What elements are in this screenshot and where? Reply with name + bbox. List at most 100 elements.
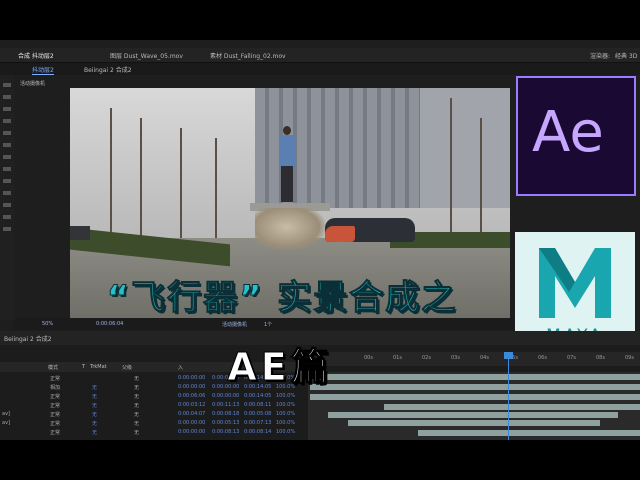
trkmat-dropdown[interactable]: 无: [92, 429, 97, 436]
ruler-tick-label: 03s: [451, 355, 460, 361]
col-mode: 模式: [48, 365, 59, 371]
tree: [140, 118, 142, 238]
col-t: T: [82, 364, 86, 370]
composition-subtabs: 抖动层2 Beiingai 2 合成2: [0, 63, 640, 75]
layer-name: av]: [2, 411, 10, 417]
ae-logo-text: Ae: [532, 100, 604, 165]
stretch[interactable]: 100.0%: [276, 411, 295, 417]
tab-layer[interactable]: 图层 Dust_Wave_05.mov: [110, 51, 183, 60]
mode-dropdown[interactable]: 正常: [50, 420, 60, 427]
parent-dropdown[interactable]: 无: [134, 402, 139, 409]
overlay-title: “飞行器” 实景合成之: [106, 278, 458, 319]
parent-dropdown[interactable]: 无: [134, 375, 139, 382]
overlay-subtitle: AE篇: [227, 345, 333, 390]
mode-dropdown[interactable]: 正常: [50, 411, 60, 418]
parent-dropdown[interactable]: 无: [134, 429, 139, 436]
layer-bar[interactable]: [418, 430, 640, 436]
layer-row[interactable]: av] 正常 无 无 0:00:04:07 0:00:08:18 0:00:05:08 100…: [0, 410, 306, 418]
col-trkmat: TrkMat: [90, 364, 107, 370]
trkmat-dropdown[interactable]: 无: [92, 402, 97, 409]
layer-row[interactable]: 正常 无 无 0:00:06:06 0:00:00:00 0:00:14:05 100.0%: [0, 392, 306, 400]
ruler-tick-label: 02s: [422, 355, 431, 361]
tab-footage[interactable]: 素材 Dust_Falling_02.mov: [210, 51, 286, 60]
ruler-tick-label: 01s: [393, 355, 402, 361]
col-parent: 父级: [122, 365, 133, 371]
trkmat-dropdown[interactable]: 无: [92, 420, 97, 427]
background-building-right: [420, 88, 510, 208]
in-point[interactable]: 0:00:06:06: [178, 393, 205, 399]
duration[interactable]: 0:00:14:05: [244, 393, 271, 399]
red-car: [325, 226, 355, 242]
view-mode-dropdown[interactable]: 活动摄像机: [222, 321, 247, 328]
trkmat-dropdown[interactable]: 无: [92, 411, 97, 418]
subtab-jitter[interactable]: 抖动层2: [32, 65, 54, 75]
out-point[interactable]: 0:00:05:13: [212, 420, 239, 426]
person-standing: [278, 126, 296, 202]
tree: [450, 98, 452, 238]
stretch[interactable]: 100.0%: [276, 402, 295, 408]
playhead-line[interactable]: [508, 352, 509, 440]
mode-dropdown[interactable]: 正常: [50, 375, 60, 382]
parent-dropdown[interactable]: 无: [134, 420, 139, 427]
ruler-tick-label: 08s: [596, 355, 605, 361]
letterbox-top: [0, 0, 640, 40]
parked-car-left: [70, 226, 90, 240]
layer-bar[interactable]: [328, 412, 618, 418]
mode-dropdown[interactable]: 相加: [50, 384, 60, 391]
tree: [480, 118, 482, 238]
subtab-comp2[interactable]: Beiingai 2 合成2: [84, 65, 132, 74]
ruler-tick-label: 09s: [625, 355, 634, 361]
parent-dropdown[interactable]: 无: [134, 384, 139, 391]
dust-debris: [255, 208, 325, 250]
timeline-comp-tab[interactable]: Beiingai 2 合成2: [4, 334, 52, 343]
after-effects-logo: Ae: [516, 76, 636, 196]
stretch[interactable]: 100.0%: [276, 420, 295, 426]
letterbox-bottom: [0, 440, 640, 480]
ruler-tick-label: 06s: [538, 355, 547, 361]
tree: [110, 108, 112, 238]
zoom-dropdown[interactable]: 50%: [42, 321, 53, 327]
tab-composition[interactable]: 合成 抖动层2: [18, 51, 54, 60]
in-point[interactable]: 0:00:00:00: [178, 429, 205, 435]
duration[interactable]: 0:00:08:14: [244, 429, 271, 435]
in-point[interactable]: 0:00:00:00: [178, 420, 205, 426]
out-point[interactable]: 0:00:00:00: [212, 393, 239, 399]
maya-m-icon: [539, 248, 611, 318]
timecode-display[interactable]: 0:00:06:04: [96, 321, 123, 327]
layer-row[interactable]: av] 正常 无 无 0:00:00:00 0:00:05:13 0:00:07:13 100…: [0, 419, 306, 427]
stretch[interactable]: 100.0%: [276, 393, 295, 399]
layer-row[interactable]: 正常 无 无 0:00:03:12 0:00:11:13 0:00:08:11 100.0%: [0, 401, 306, 409]
active-camera-label: 活动摄像机: [20, 81, 46, 87]
ruler-tick-label: 07s: [567, 355, 576, 361]
out-point[interactable]: 0:00:11:13: [212, 402, 239, 408]
duration[interactable]: 0:00:07:13: [244, 420, 271, 426]
parent-dropdown[interactable]: 无: [134, 411, 139, 418]
stretch[interactable]: 100.0%: [276, 429, 295, 435]
view-count-dropdown[interactable]: 1个: [264, 321, 272, 328]
parent-dropdown[interactable]: 无: [134, 393, 139, 400]
duration[interactable]: 0:00:08:11: [244, 402, 271, 408]
in-point[interactable]: 0:00:03:12: [178, 402, 205, 408]
layer-bar[interactable]: [310, 394, 640, 400]
in-point[interactable]: 0:00:04:07: [178, 411, 205, 417]
mode-dropdown[interactable]: 正常: [50, 402, 60, 409]
renderer-label: 渲染器:: [590, 53, 611, 60]
renderer-value[interactable]: 经典 3D: [615, 51, 637, 60]
out-point[interactable]: 0:00:08:13: [212, 429, 239, 435]
layer-bar[interactable]: [384, 404, 640, 410]
viewer-footer: 50% 0:00:06:04 活动摄像机 1个: [14, 318, 514, 330]
panel-tab-bar: 合成 抖动层2 图层 Dust_Wave_05.mov 素材 Dust_Fall…: [0, 48, 640, 63]
trkmat-dropdown[interactable]: 无: [92, 393, 97, 400]
ruler-tick-label: 04s: [480, 355, 489, 361]
layer-row[interactable]: 正常 无 无 0:00:00:00 0:00:08:13 0:00:08:14 100.0%: [0, 428, 306, 436]
project-panel-strip: [0, 75, 14, 320]
mode-dropdown[interactable]: 正常: [50, 393, 60, 400]
trkmat-dropdown[interactable]: 无: [92, 384, 97, 391]
out-point[interactable]: 0:00:08:18: [212, 411, 239, 417]
tree: [215, 138, 217, 238]
duration[interactable]: 0:00:05:08: [244, 411, 271, 417]
layer-name: av]: [2, 420, 10, 426]
layer-bar[interactable]: [348, 420, 600, 426]
tree: [180, 128, 182, 238]
mode-dropdown[interactable]: 正常: [50, 429, 60, 436]
